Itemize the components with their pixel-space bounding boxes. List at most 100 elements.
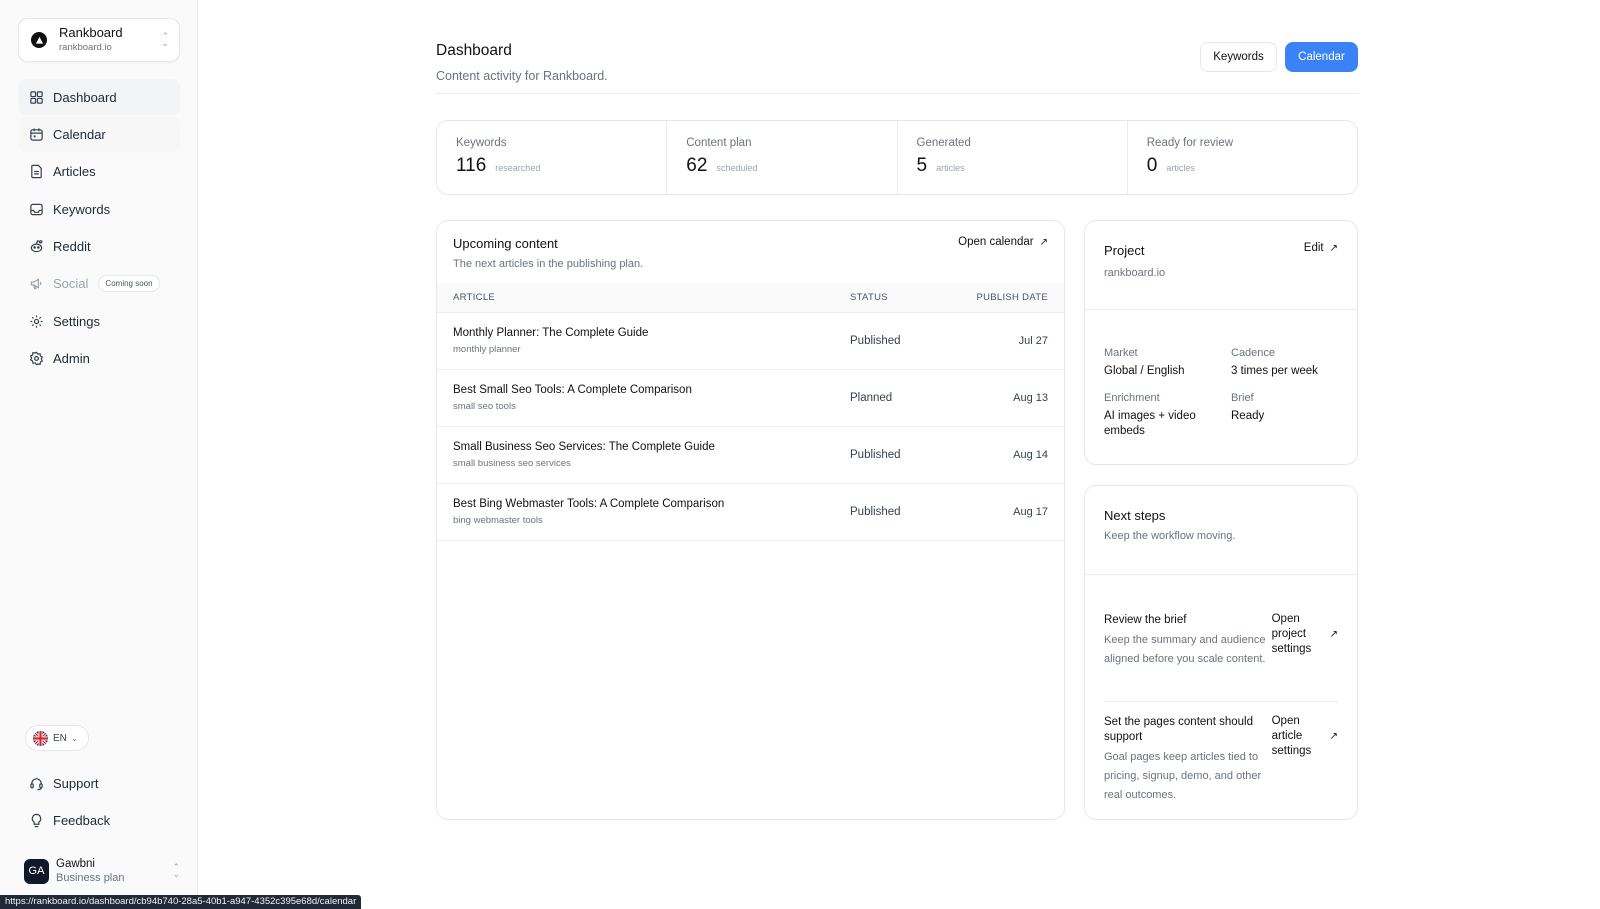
article-title: Monthly Planner: The Complete Guide	[453, 327, 649, 339]
stat-content-plan: Content plan 62 scheduled	[667, 121, 898, 194]
stat-generated: Generated 5 articles	[898, 121, 1128, 194]
stat-ready-for-review: Ready for review 0 articles	[1128, 121, 1357, 194]
inbox-icon	[29, 202, 44, 217]
edit-label: Edit	[1303, 242, 1324, 254]
article-date: Aug 17	[1013, 506, 1048, 518]
arrow-up-right-icon: ↗	[1329, 242, 1338, 254]
article-status: Published	[850, 506, 901, 518]
language-label: EN	[53, 732, 67, 744]
enrichment-label: Enrichment	[1104, 392, 1160, 404]
article-status: Published	[850, 335, 901, 347]
article-date: Aug 13	[1013, 392, 1048, 404]
arrow-up-right-icon: ↗	[1329, 731, 1338, 742]
sidebar-item-dashboard[interactable]: Dashboard	[18, 79, 180, 115]
sidebar-item-support[interactable]: Support	[18, 765, 180, 801]
sidebar-item-label: Dashboard	[53, 89, 117, 105]
arrow-up-right-icon: ↗	[1039, 236, 1048, 248]
step-title: Review the brief	[1104, 614, 1187, 626]
table-header: ARTICLE STATUS PUBLISH DATE	[437, 283, 1064, 313]
table-row[interactable]: Small Business Seo Services: The Complet…	[437, 427, 1064, 484]
megaphone-icon	[29, 276, 44, 291]
workspace-logo-icon	[31, 32, 47, 48]
table-row[interactable]: Monthly Planner: The Complete Guide mont…	[437, 313, 1064, 370]
sidebar-item-label: Calendar	[53, 126, 106, 142]
stat-sub: articles	[1166, 163, 1195, 173]
sidebar-item-label: Keywords	[53, 201, 111, 217]
step-description: Goal pages keep articles tied to pricing…	[1104, 751, 1262, 801]
sidebar-item-label: Feedback	[53, 812, 111, 828]
open-project-settings-link[interactable]: Open project settings ↗	[1272, 612, 1338, 657]
step-title: Set the pages content should support	[1104, 716, 1253, 743]
reddit-icon	[29, 239, 44, 254]
user-plan: Business plan	[56, 872, 125, 884]
table-row[interactable]: Best Bing Webmaster Tools: A Complete Co…	[437, 484, 1064, 541]
project-card: Project rankboard.io Edit ↗ Market Globa…	[1084, 220, 1358, 465]
link-status-bar: https://rankboard.io/dashboard/cb94b740-…	[0, 895, 362, 909]
market-label: Market	[1104, 347, 1138, 359]
open-article-settings-link[interactable]: Open article settings ↗	[1272, 714, 1338, 759]
stat-value: 5	[916, 155, 928, 176]
document-icon	[29, 164, 44, 179]
headset-icon	[29, 776, 44, 791]
sidebar-item-admin[interactable]: Admin	[18, 341, 180, 377]
stat-sub: researched	[495, 163, 541, 173]
article-status: Published	[850, 449, 901, 461]
sidebar-item-calendar[interactable]: Calendar	[18, 116, 180, 153]
avatar: GA	[24, 858, 49, 884]
stat-sub: articles	[936, 163, 965, 173]
article-date: Jul 27	[1018, 335, 1048, 347]
stats-card: Keywords 116 researched Content plan 62 …	[436, 120, 1358, 195]
workspace-switcher[interactable]: Rankboard rankboard.io ⌃ ⌄	[18, 18, 180, 62]
sidebar-item-feedback[interactable]: Feedback	[18, 802, 180, 838]
next-step-item: Set the pages content should support Goa…	[1104, 702, 1338, 805]
step-description: Keep the summary and audience aligned be…	[1104, 634, 1266, 665]
page-header: Dashboard Content activity for Rankboard…	[436, 42, 1358, 94]
stat-value: 116	[456, 155, 487, 176]
market-value: Global / English	[1104, 365, 1185, 377]
edit-project-link[interactable]: Edit ↗	[1304, 242, 1338, 254]
sidebar-item-settings[interactable]: Settings	[18, 303, 180, 339]
next-steps-title: Next steps	[1104, 508, 1166, 523]
column-article: ARTICLE	[453, 292, 496, 303]
project-domain: rankboard.io	[1104, 267, 1166, 279]
sidebar-item-label: Settings	[53, 313, 100, 329]
article-title: Best Bing Webmaster Tools: A Complete Co…	[453, 498, 725, 510]
chevrons-updown-icon: ⌃ ⌄	[172, 862, 180, 879]
workspace-domain: rankboard.io	[59, 42, 112, 53]
stat-keywords: Keywords 116 researched	[437, 121, 668, 194]
next-steps-card: Next steps Keep the workflow moving. Rev…	[1084, 485, 1358, 820]
article-title: Small Business Seo Services: The Complet…	[453, 441, 715, 453]
column-status: STATUS	[850, 292, 888, 303]
table-row[interactable]: Best Small Seo Tools: A Complete Compari…	[437, 370, 1064, 427]
keywords-button[interactable]: Keywords	[1200, 42, 1277, 72]
workspace-name: Rankboard	[59, 25, 123, 40]
chevron-down-icon: ⌄	[70, 732, 79, 743]
open-calendar-link[interactable]: Open calendar ↗	[958, 236, 1048, 248]
article-keyword: small business seo services	[453, 458, 571, 469]
calendar-icon	[29, 127, 44, 142]
brief-value: Ready	[1231, 410, 1265, 422]
enrichment-value: AI images + video embeds	[1104, 410, 1196, 437]
calendar-button[interactable]: Calendar	[1285, 42, 1358, 72]
language-selector[interactable]: EN ⌄	[25, 725, 89, 751]
next-step-item: Review the brief Keep the summary and au…	[1104, 575, 1338, 702]
stat-label: Content plan	[686, 137, 752, 149]
gear-icon	[29, 314, 44, 329]
coming-soon-badge: Coming soon	[98, 275, 160, 293]
article-title: Best Small Seo Tools: A Complete Compari…	[453, 384, 692, 396]
upcoming-content-card: Upcoming content The next articles in th…	[436, 220, 1065, 820]
stat-value: 0	[1146, 155, 1158, 176]
sidebar-item-keywords[interactable]: Keywords	[18, 191, 180, 227]
sidebar-item-label: Support	[53, 775, 99, 791]
sidebar-item-articles[interactable]: Articles	[18, 154, 180, 190]
sidebar-item-label: Admin	[53, 351, 90, 367]
open-calendar-label: Open calendar	[958, 236, 1034, 248]
column-publish-date: PUBLISH DATE	[976, 292, 1048, 303]
lightbulb-icon	[29, 813, 44, 828]
user-menu[interactable]: GA Gawbni Business plan ⌃ ⌄	[24, 856, 180, 886]
sidebar: Rankboard rankboard.io ⌃ ⌄ Dashboard Cale…	[0, 0, 198, 909]
sidebar-item-reddit[interactable]: Reddit	[18, 229, 180, 265]
upcoming-subtitle: The next articles in the publishing plan…	[453, 258, 644, 270]
next-steps-subtitle: Keep the workflow moving.	[1104, 530, 1236, 542]
sidebar-item-label: Articles	[53, 164, 96, 180]
